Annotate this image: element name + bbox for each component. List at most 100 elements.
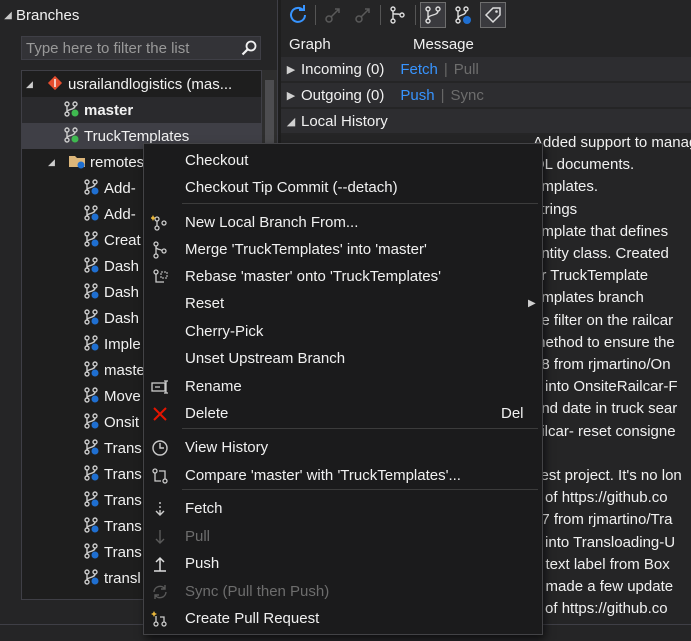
remote-branch-icon [82,464,100,485]
expand-arrow-icon[interactable]: ▶ [281,63,301,76]
commit-message[interactable]: 37 from rjmartino/Tra [533,511,672,533]
local-history-section[interactable]: ◢ Local History [281,109,691,133]
branch-label: Trans [104,491,142,509]
commit-message[interactable]: r' of https://github.co [533,600,668,622]
expand-arrow-icon[interactable]: ◢ [48,157,68,168]
branch-label: Dash [104,257,140,275]
commit-message[interactable]: 38 from rjmartino/On [533,356,671,378]
branch-icon [62,126,80,147]
branches-title: Branches [16,6,80,24]
remote-branch-icon [82,308,100,329]
push-icon [149,554,171,574]
refresh-icon[interactable] [285,2,311,28]
menu-item-label: Create Pull Request [185,610,320,627]
menu-item-label: Rename [185,378,242,395]
graph-column[interactable]: Graph [289,36,413,53]
menu-item-view-history[interactable]: View History [144,434,542,461]
remote-branch-icon [82,386,100,407]
menu-item-delete[interactable]: Delete Del [144,400,542,427]
menu-item-label: View History [185,439,269,456]
menu-item-rename[interactable]: Rename [144,373,542,400]
commit-message[interactable]: emplates branch [533,289,644,311]
branch-icon [62,100,80,121]
expand-arrow-icon[interactable]: ▶ [281,89,301,102]
commit-message[interactable]: emplate that defines [533,223,668,245]
menu-item-unset-upstream-branch[interactable]: Unset Upstream Branch [144,345,542,372]
branch-label: Onsit [104,413,140,431]
menu-shortcut: Del [501,405,524,422]
show-remote-branches-icon[interactable] [450,2,476,28]
branch-label: master [84,101,134,119]
commit-message[interactable]: ailcar- reset consigne [533,423,676,445]
menu-item-fetch[interactable]: Fetch [144,495,542,522]
incoming-section[interactable]: ▶ Incoming (0) Fetch | Pull [281,57,691,81]
menu-item-reset[interactable]: Reset ▶ [144,290,542,317]
branch-label: maste [104,361,145,379]
menu-item-label: Pull [185,528,211,545]
commit-message[interactable]: Added support to manage Truck Template..… [533,134,691,156]
message-column[interactable]: Message [413,36,474,53]
expand-arrow-icon[interactable]: ◢ [26,79,46,90]
branch-label: Creat [104,231,141,249]
pull-link: Pull [453,60,479,78]
rebase-icon [149,267,171,287]
branch-master[interactable]: master [22,97,261,123]
submenu-arrow-icon: ▶ [528,298,536,309]
commit-message[interactable]: d made a few update [533,578,673,600]
branch-filter-input[interactable] [22,39,238,57]
sync-icon [149,582,171,602]
commit-message[interactable]: OL documents. [533,156,634,178]
menu-item-merge-trucktemplates-into-master[interactable]: Merge 'TruckTemplates' into 'master' [144,236,542,263]
outgoing-section[interactable]: ▶ Outgoing (0) Push | Sync [281,83,691,107]
menu-item-rebase-master-onto-trucktemplates[interactable]: Rebase 'master' onto 'TruckTemplates' [144,263,542,290]
remote-branch-icon [82,204,100,225]
remote-branch-icon [82,542,100,563]
go-to-parent-icon [350,2,376,28]
repo-node[interactable]: ◢ usrailandlogistics (mas... [22,71,261,97]
remote-branch-icon [82,334,100,355]
commit-message[interactable]: e text label from Box [533,556,670,578]
menu-item-compare-master-with-trucktemplates[interactable]: Compare 'master' with 'TruckTemplates'..… [144,462,542,489]
merge-icon [149,240,171,260]
commit-message[interactable]: entity class. Created [533,245,669,267]
show-tags-icon[interactable] [480,2,506,28]
branches-header[interactable]: ◢ Branches [0,0,277,30]
branch-label: Move [104,387,141,405]
commit-message[interactable]: ee filter on the railcar [533,312,673,334]
menu-item-label: Sync (Pull then Push) [185,583,330,600]
menu-item-label: Reset [185,295,225,312]
commit-message[interactable]: r' of https://github.co [533,489,668,511]
menu-item-create-pull-request[interactable]: Create Pull Request [144,605,542,632]
commit-message[interactable]: end date in truck sear [533,400,677,422]
remotes-label: remotes [90,153,145,171]
sync-link: Sync [450,86,484,104]
menu-item-label: Unset Upstream Branch [185,350,346,367]
fetch-link[interactable]: Fetch [400,61,438,78]
commit-message[interactable]: method to ensure the [533,334,675,356]
commit-message[interactable]: r' into OnsiteRailcar-F [533,378,678,400]
menu-item-checkout-tip-commit-detach[interactable]: Checkout Tip Commit (--detach) [144,174,542,201]
delete-icon [149,404,171,424]
menu-item-label: Push [185,555,220,572]
menu-item-label: Fetch [185,500,223,517]
menu-item-label: Checkout [185,152,249,169]
menu-item-checkout[interactable]: Checkout [144,147,542,174]
graph-icon[interactable] [385,2,411,28]
outgoing-label: Outgoing (0) [301,86,385,104]
menu-separator [182,489,538,490]
commit-message[interactable]: or TruckTemplate [533,267,648,289]
menu-item-cherry-pick[interactable]: Cherry-Pick [144,318,542,345]
commit-message[interactable]: r' into Transloading-U [533,534,675,556]
menu-item-push[interactable]: Push [144,550,542,577]
collapse-arrow-icon[interactable]: ◢ [281,115,301,128]
push-link[interactable]: Push [400,87,434,104]
git-repo-icon [46,74,64,95]
collapse-chevron-icon[interactable]: ◢ [0,10,16,21]
menu-separator [182,203,538,204]
branch-label: Trans [104,517,142,535]
menu-item-new-local-branch-from[interactable]: New Local Branch From... [144,209,542,236]
show-local-branches-icon[interactable] [420,2,446,28]
commit-message[interactable]: Test project. It's no lon [533,467,682,489]
branch-label: Trans [104,439,142,457]
search-icon[interactable] [238,37,260,59]
